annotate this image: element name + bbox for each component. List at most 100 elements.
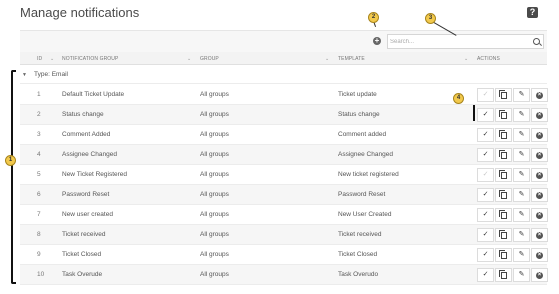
edit-icon[interactable]: ✎: [513, 108, 530, 122]
row-notification-group: New Ticket Registered: [62, 171, 128, 178]
table-row[interactable]: 8 Ticket received All groups Ticket receive…: [20, 225, 548, 245]
row-notification-group: Status change: [62, 111, 104, 118]
row-actions: ✓ ✎ ×: [477, 228, 548, 242]
chevron-down-icon[interactable]: ⌄: [325, 56, 329, 62]
copy-icon: [498, 250, 507, 259]
row-template: New ticket registered: [338, 171, 399, 178]
copy-button[interactable]: [495, 168, 512, 182]
check-icon[interactable]: ✓: [477, 248, 494, 262]
table-row[interactable]: 4 Assignee Changed All groups Assignee Chan…: [20, 145, 548, 165]
table-row[interactable]: 7 New user created All groups New User Crea…: [20, 205, 548, 225]
table-row[interactable]: 9 Ticket Closed All groups Ticket Closed ✓ ✎ ×: [20, 245, 548, 265]
page-title: Manage notifications: [20, 5, 140, 20]
row-actions: ✓ ✎ ×: [477, 128, 548, 142]
row-notification-group: Comment Added: [62, 131, 111, 138]
table-row[interactable]: 3 Comment Added All groups Comment added ✓ ✎ ×: [20, 125, 548, 145]
table-row[interactable]: 1 Default Ticket Update All groups Ticket u…: [20, 85, 548, 105]
edit-icon[interactable]: ✎: [513, 148, 530, 162]
copy-icon: [498, 190, 507, 199]
column-header-id[interactable]: ID: [37, 56, 42, 62]
delete-button[interactable]: ×: [531, 168, 548, 182]
copy-icon: [498, 130, 507, 139]
edit-icon[interactable]: ✎: [513, 88, 530, 102]
check-icon[interactable]: ✓: [477, 188, 494, 202]
copy-button[interactable]: [495, 108, 512, 122]
copy-button[interactable]: [495, 268, 512, 282]
row-id: 2: [37, 111, 41, 118]
edit-icon[interactable]: ✎: [513, 248, 530, 262]
chevron-down-icon[interactable]: ⌄: [50, 56, 54, 62]
edit-icon[interactable]: ✎: [513, 268, 530, 282]
group-row[interactable]: ▼ Type: Email: [20, 66, 547, 84]
chevron-down-icon[interactable]: ⌄: [464, 56, 468, 62]
column-header-template[interactable]: TEMPLATE: [338, 56, 365, 62]
delete-icon: ×: [536, 232, 543, 239]
row-id: 9: [37, 251, 41, 258]
delete-button[interactable]: ×: [531, 108, 548, 122]
row-notification-group: Ticket Closed: [62, 251, 102, 258]
check-icon[interactable]: ✓: [477, 128, 494, 142]
group-label: Type: Email: [34, 71, 68, 78]
edit-icon[interactable]: ✎: [513, 188, 530, 202]
delete-button[interactable]: ×: [531, 268, 548, 282]
caret-down-icon[interactable]: ▼: [22, 72, 27, 78]
check-icon[interactable]: ✓: [477, 148, 494, 162]
row-id: 1: [37, 91, 41, 98]
chevron-down-icon[interactable]: ⌄: [187, 56, 191, 62]
row-template: Task Overudo: [338, 271, 379, 278]
column-header-notification-group[interactable]: NOTIFICATION GROUP: [62, 56, 118, 62]
delete-icon: ×: [536, 272, 543, 279]
row-id: 6: [37, 191, 41, 198]
copy-button[interactable]: [495, 208, 512, 222]
row-template: Ticket Closed: [338, 251, 378, 258]
table-row[interactable]: 2 Status change All groups Status change ✓ ✎ ×: [20, 105, 548, 125]
row-actions: ✓ ✎ ×: [477, 168, 548, 182]
edit-icon[interactable]: ✎: [513, 208, 530, 222]
edit-icon[interactable]: ✎: [513, 128, 530, 142]
delete-button[interactable]: ×: [531, 128, 548, 142]
row-notification-group: Password Reset: [62, 191, 110, 198]
delete-button[interactable]: ×: [531, 228, 548, 242]
delete-button[interactable]: ×: [531, 148, 548, 162]
table-row[interactable]: 10 Task Overude All groups Task Overudo ✓ ✎ ×: [20, 265, 548, 285]
row-id: 7: [37, 211, 41, 218]
column-header-group[interactable]: GROUP: [200, 56, 219, 62]
check-icon[interactable]: ✓: [477, 168, 494, 182]
row-template: Assignee Changed: [338, 151, 393, 158]
table-row[interactable]: 6 Password Reset All groups Password Reset ✓…: [20, 185, 548, 205]
search-box[interactable]: [387, 34, 544, 49]
check-icon[interactable]: ✓: [477, 88, 494, 102]
copy-icon: [498, 270, 507, 279]
check-icon[interactable]: ✓: [477, 208, 494, 222]
row-group: All groups: [200, 271, 229, 278]
row-template: Status change: [338, 111, 380, 118]
copy-button[interactable]: [495, 248, 512, 262]
row-actions: ✓ ✎ ×: [477, 248, 548, 262]
annotation-bracket: [473, 105, 475, 121]
add-notification-icon[interactable]: +: [373, 37, 381, 45]
delete-button[interactable]: ×: [531, 188, 548, 202]
check-icon[interactable]: ✓: [477, 228, 494, 242]
delete-button[interactable]: ×: [531, 248, 548, 262]
copy-button[interactable]: [495, 228, 512, 242]
edit-icon[interactable]: ✎: [513, 168, 530, 182]
copy-button[interactable]: [495, 188, 512, 202]
table-row[interactable]: 5 New Ticket Registered All groups New tick…: [20, 165, 548, 185]
edit-icon[interactable]: ✎: [513, 228, 530, 242]
row-group: All groups: [200, 211, 229, 218]
search-input[interactable]: [390, 36, 524, 47]
row-group: All groups: [200, 91, 229, 98]
copy-icon: [498, 170, 507, 179]
check-icon[interactable]: ✓: [477, 268, 494, 282]
copy-button[interactable]: [495, 128, 512, 142]
row-group: All groups: [200, 131, 229, 138]
check-icon[interactable]: ✓: [477, 108, 494, 122]
row-template: Password Reset: [338, 191, 386, 198]
copy-button[interactable]: [495, 88, 512, 102]
delete-icon: ×: [536, 252, 543, 259]
copy-button[interactable]: [495, 148, 512, 162]
delete-button[interactable]: ×: [531, 88, 548, 102]
help-icon[interactable]: ?: [527, 7, 538, 18]
search-icon[interactable]: [533, 38, 540, 45]
delete-button[interactable]: ×: [531, 208, 548, 222]
